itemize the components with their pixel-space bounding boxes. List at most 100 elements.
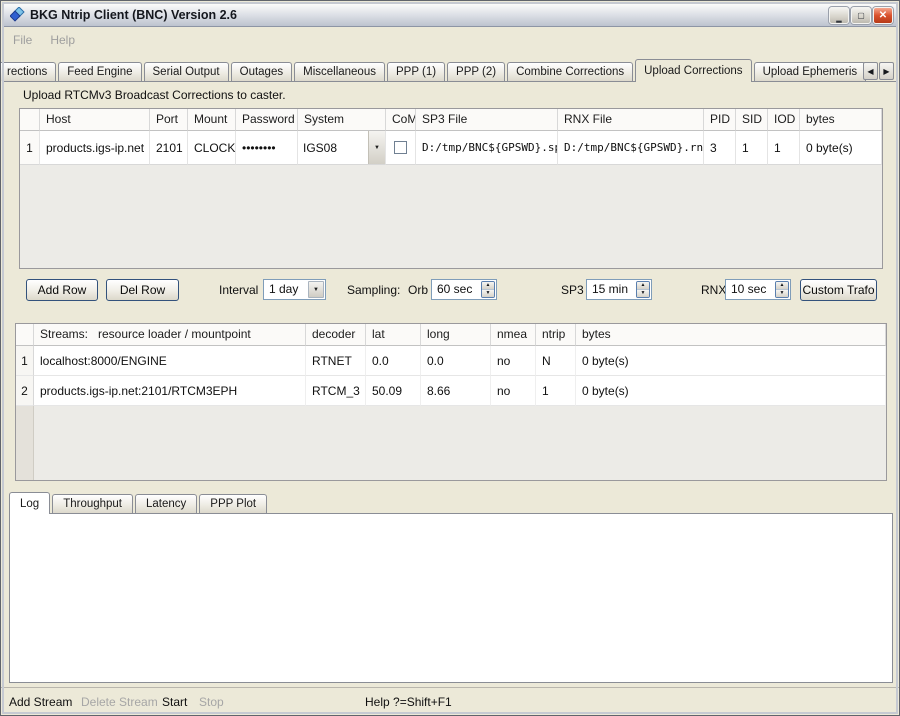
stream-mountpoint-cell[interactable]: localhost:8000/ENGINE (34, 346, 306, 376)
upload-header-iod: IOD (768, 109, 800, 131)
sp3-sampling-label: SP3 (561, 283, 584, 297)
interval-combobox[interactable]: 1 day ▼ (263, 279, 326, 300)
orb-sampling-spinbox[interactable]: 60 sec ▲ ▼ (431, 279, 497, 300)
tab-combine-corrections[interactable]: Combine Corrections (507, 62, 633, 81)
streams-header-decoder: decoder (306, 324, 366, 346)
tab-scroll-left-icon: ◀ (867, 67, 873, 76)
rnx-file-cell[interactable]: D:/tmp/BNC${GPSWD}.rnx (558, 131, 704, 165)
minimize-icon: ▂ (836, 16, 841, 23)
pid-cell[interactable]: 3 (704, 131, 736, 165)
stream-bytes-cell: 0 byte(s) (576, 346, 886, 376)
delete-stream-button[interactable]: Delete Stream (81, 695, 158, 709)
password-cell[interactable]: •••••••• (236, 131, 298, 165)
com-checkbox[interactable] (394, 141, 407, 154)
tab-ppp-plot[interactable]: PPP Plot (199, 494, 267, 513)
start-button[interactable]: Start (162, 695, 187, 709)
close-button[interactable]: ✕ (873, 7, 893, 24)
stop-button[interactable]: Stop (199, 695, 224, 709)
stream-row[interactable]: 2 products.igs-ip.net:2101/RTCM3EPH RTCM… (16, 376, 886, 406)
dropdown-button[interactable]: ▼ (368, 131, 385, 164)
tab-corrections[interactable]: rections (0, 62, 56, 81)
upload-table-empty-area (20, 165, 882, 268)
stream-nmea-cell[interactable]: no (491, 376, 536, 406)
maximize-button[interactable]: ▢ (851, 7, 871, 24)
streams-header-lat: lat (366, 324, 421, 346)
stream-ntrip-cell[interactable]: 1 (536, 376, 576, 406)
upload-header-system: System (298, 109, 386, 131)
tab-miscellaneous[interactable]: Miscellaneous (294, 62, 385, 81)
sp3-sampling-spinbox[interactable]: 15 min ▲ ▼ (586, 279, 652, 300)
stream-ntrip-cell[interactable]: N (536, 346, 576, 376)
stream-row-number: 1 (16, 346, 34, 376)
add-row-button[interactable]: Add Row (26, 279, 98, 301)
tab-log[interactable]: Log (9, 492, 50, 514)
stream-decoder-cell[interactable]: RTCM_3 (306, 376, 366, 406)
app-icon (10, 7, 26, 23)
upload-row-number: 1 (20, 131, 40, 165)
streams-table: Streams: resource loader / mountpoint de… (15, 323, 887, 481)
streams-table-empty-area (16, 406, 886, 480)
sp3-file-cell[interactable]: D:/tmp/BNC${GPSWD}.sp3 (416, 131, 558, 165)
upload-header-sid: SID (736, 109, 768, 131)
rnx-sampling-spinbox[interactable]: 10 sec ▲ ▼ (725, 279, 791, 300)
upload-corrections-table: Host Port Mount Password System CoM SP3 … (19, 108, 883, 269)
upload-table-header: Host Port Mount Password System CoM SP3 … (20, 109, 882, 131)
main-tab-bar: rections Feed Engine Serial Output Outag… (4, 58, 896, 82)
interval-dropdown-button[interactable]: ▼ (308, 281, 324, 298)
tab-outages[interactable]: Outages (231, 62, 292, 81)
upload-header-mount: Mount (188, 109, 236, 131)
stream-long-cell[interactable]: 0.0 (421, 346, 491, 376)
upload-header-com: CoM (386, 109, 416, 131)
rnx-spin-buttons[interactable]: ▲ ▼ (775, 281, 789, 298)
del-row-button[interactable]: Del Row (106, 279, 179, 301)
sp3-spin-buttons[interactable]: ▲ ▼ (636, 281, 650, 298)
port-cell[interactable]: 2101 (150, 131, 188, 165)
mount-cell[interactable]: CLOCK (188, 131, 236, 165)
tab-feed-engine[interactable]: Feed Engine (58, 62, 141, 81)
upload-header-rnx-file: RNX File (558, 109, 704, 131)
add-stream-button[interactable]: Add Stream (9, 695, 72, 709)
menu-help[interactable]: Help (41, 31, 84, 49)
com-cell (386, 131, 416, 165)
window-controls: ▂ ▢ ✕ (829, 7, 893, 24)
custom-trafo-button[interactable]: Custom Trafo (800, 279, 877, 301)
sid-cell[interactable]: 1 (736, 131, 768, 165)
title-bar[interactable]: BKG Ntrip Client (BNC) Version 2.6 ▂ ▢ ✕ (4, 4, 896, 27)
stream-decoder-cell[interactable]: RTNET (306, 346, 366, 376)
orb-sampling-value: 60 sec (437, 280, 472, 299)
spin-up-icon: ▲ (776, 282, 788, 290)
chevron-down-icon: ▼ (374, 145, 380, 151)
tab-upload-ephemeris[interactable]: Upload Ephemeris (754, 62, 867, 81)
upload-bytes-cell: 0 byte(s) (800, 131, 882, 165)
log-output-area[interactable] (9, 513, 893, 683)
rnx-sampling-label: RNX (701, 283, 726, 297)
minimize-button[interactable]: ▂ (829, 7, 849, 24)
upload-description: Upload RTCMv3 Broadcast Corrections to c… (23, 88, 286, 102)
stream-lat-cell[interactable]: 0.0 (366, 346, 421, 376)
tab-scroll-left-button[interactable]: ◀ (863, 62, 878, 80)
tab-ppp-2[interactable]: PPP (2) (447, 62, 505, 81)
streams-header-long: long (421, 324, 491, 346)
streams-header-nmea: nmea (491, 324, 536, 346)
stream-row[interactable]: 1 localhost:8000/ENGINE RTNET 0.0 0.0 no… (16, 346, 886, 376)
stream-long-cell[interactable]: 8.66 (421, 376, 491, 406)
tab-upload-corrections[interactable]: Upload Corrections (635, 59, 751, 82)
orb-spin-buttons[interactable]: ▲ ▼ (481, 281, 495, 298)
log-tab-bar: Log Throughput Latency PPP Plot (9, 491, 269, 513)
tab-latency[interactable]: Latency (135, 494, 197, 513)
system-combobox[interactable]: IGS08 ▼ (298, 131, 386, 165)
host-cell[interactable]: products.igs-ip.net (40, 131, 150, 165)
tab-scroll-right-icon: ▶ (883, 67, 889, 76)
tab-scroll-right-button[interactable]: ▶ (879, 62, 894, 80)
window-title: BKG Ntrip Client (BNC) Version 2.6 (30, 4, 237, 27)
tab-ppp-1[interactable]: PPP (1) (387, 62, 445, 81)
stream-nmea-cell[interactable]: no (491, 346, 536, 376)
stream-mountpoint-cell[interactable]: products.igs-ip.net:2101/RTCM3EPH (34, 376, 306, 406)
iod-cell[interactable]: 1 (768, 131, 800, 165)
stream-lat-cell[interactable]: 50.09 (366, 376, 421, 406)
tab-serial-output[interactable]: Serial Output (144, 62, 229, 81)
tab-throughput[interactable]: Throughput (52, 494, 133, 513)
streams-header-bytes: bytes (576, 324, 886, 346)
menu-file[interactable]: File (4, 31, 41, 49)
streams-header-corner (16, 324, 34, 346)
